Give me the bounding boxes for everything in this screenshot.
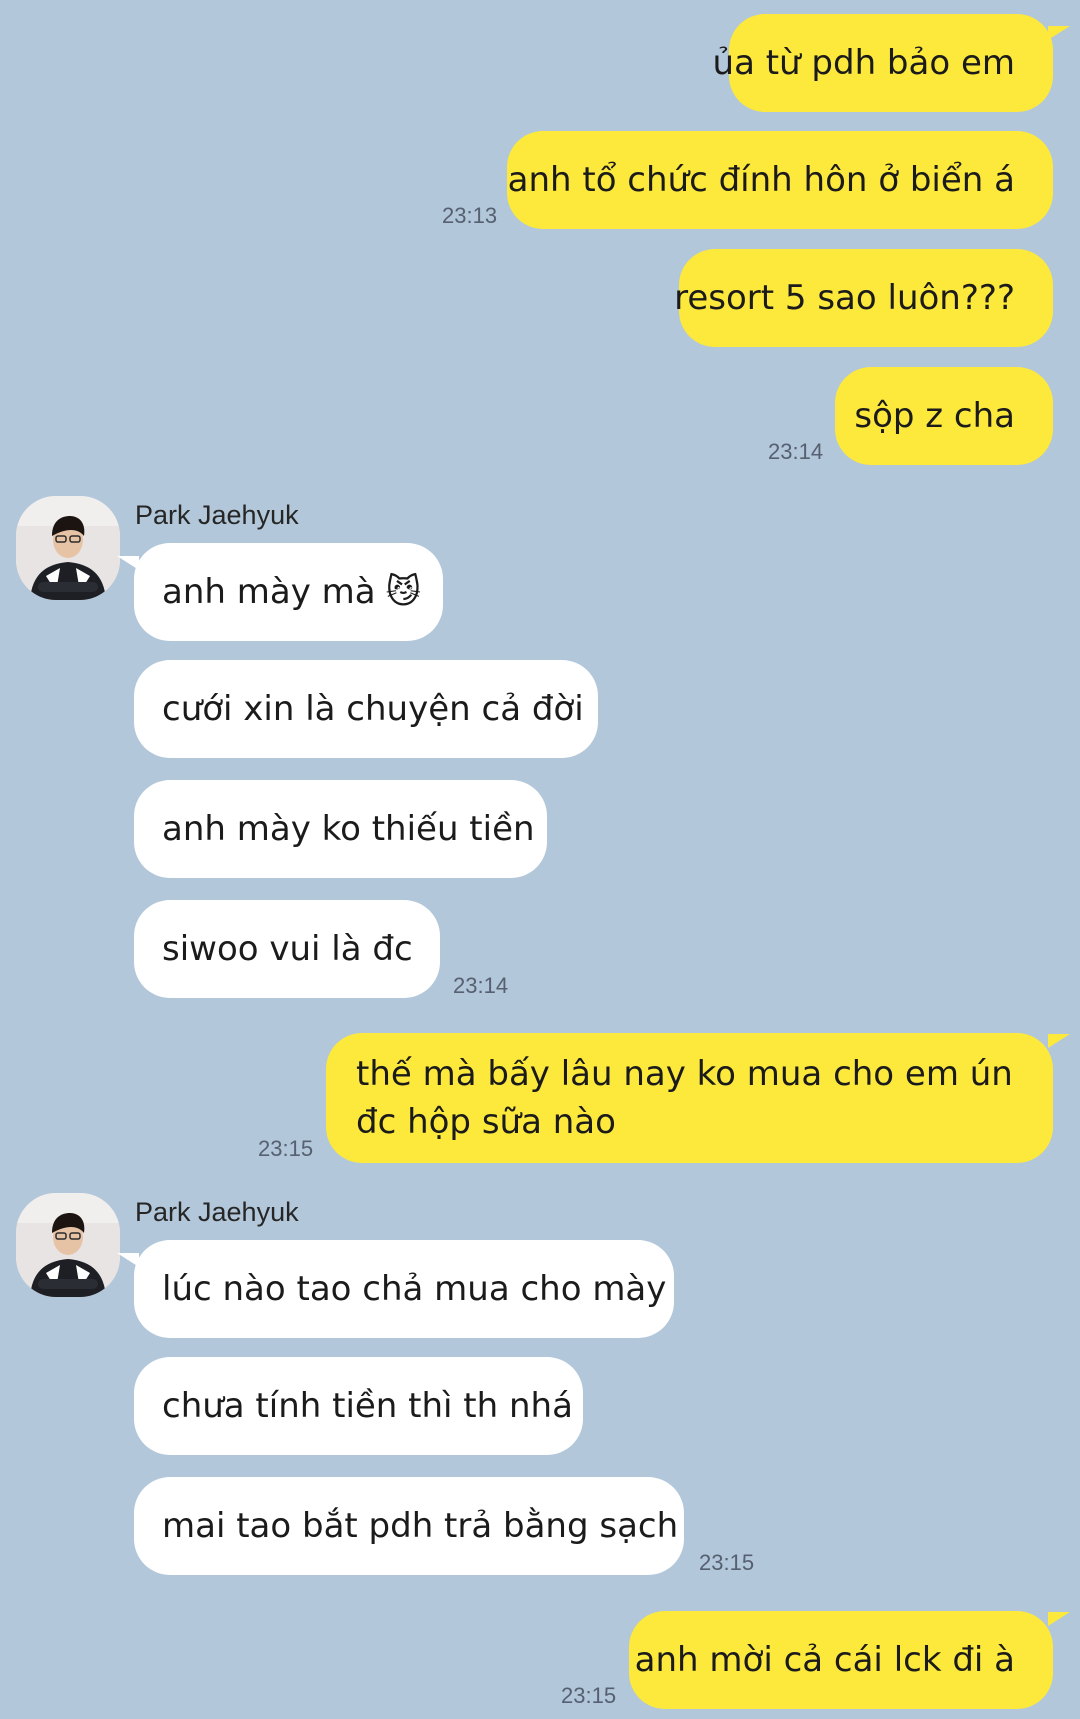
message-text: mai tao bắt pdh trả bằng sạch — [162, 1506, 679, 1546]
message-text: resort 5 sao luôn??? — [674, 278, 1015, 318]
sender-name: Park Jaehyuk — [135, 1197, 299, 1227]
profile-photo-icon — [16, 496, 120, 600]
bubble-tail — [1048, 26, 1070, 40]
avatar[interactable] — [16, 1193, 120, 1297]
message-time: 23:14 — [768, 439, 824, 464]
cat-emoji-icon: 😼 — [385, 572, 422, 612]
message-time: 23:13 — [442, 203, 498, 228]
bubble-tail — [1048, 1612, 1070, 1626]
message-text: chưa tính tiền thì th nhá — [162, 1386, 573, 1426]
message-time: 23:15 — [258, 1136, 314, 1161]
message-bubble-received[interactable]: lúc nào tao chả mua cho mày — [134, 1240, 674, 1338]
message-bubble-received[interactable]: anh mày ko thiếu tiền — [134, 780, 547, 878]
message-bubble-received[interactable]: cưới xin là chuyện cả đời — [134, 660, 598, 758]
message-bubble-received[interactable]: mai tao bắt pdh trả bằng sạch — [134, 1477, 684, 1575]
message-text: sộp z cha — [854, 396, 1015, 436]
message-text: ủa từ pdh bảo em — [712, 43, 1015, 83]
message-bubble-received[interactable]: chưa tính tiền thì th nhá — [134, 1357, 583, 1455]
message-bubble-received[interactable]: siwoo vui là đc — [134, 900, 440, 998]
bubble-tail — [1048, 1034, 1070, 1048]
message-text: lúc nào tao chả mua cho mày — [162, 1269, 667, 1309]
message-text: anh mời cả cái lck đi à — [634, 1640, 1015, 1680]
message-bubble-sent[interactable]: thế mà bấy lâu nay ko mua cho em ún đc h… — [326, 1033, 1053, 1163]
message-bubble-sent[interactable]: resort 5 sao luôn??? — [674, 249, 1053, 347]
message-text: thế mà bấy lâu nay ko mua cho em ún đc h… — [356, 1054, 1013, 1142]
message-text: anh tổ chức đính hôn ở biển á — [507, 160, 1015, 200]
message-bubble-sent[interactable]: anh tổ chức đính hôn ở biển á — [507, 131, 1053, 229]
message-text: anh mày ko thiếu tiền — [162, 809, 535, 849]
avatar[interactable] — [16, 496, 120, 600]
message-bubble-sent[interactable]: ủa từ pdh bảo em — [713, 14, 1053, 112]
message-time: 23:15 — [699, 1550, 755, 1575]
profile-photo-icon — [16, 1193, 120, 1297]
message-text: cưới xin là chuyện cả đời — [162, 689, 584, 729]
sender-name: Park Jaehyuk — [135, 500, 299, 530]
message-text: anh mày mà — [162, 572, 376, 612]
message-time: 23:15 — [561, 1683, 617, 1708]
message-bubble-sent[interactable]: anh mời cả cái lck đi à — [629, 1611, 1053, 1709]
message-bubble-sent[interactable]: sộp z cha — [835, 367, 1053, 465]
message-time: 23:14 — [453, 973, 509, 998]
message-bubble-received[interactable]: anh mày mà 😼 — [134, 543, 443, 641]
message-text: siwoo vui là đc — [162, 929, 413, 969]
